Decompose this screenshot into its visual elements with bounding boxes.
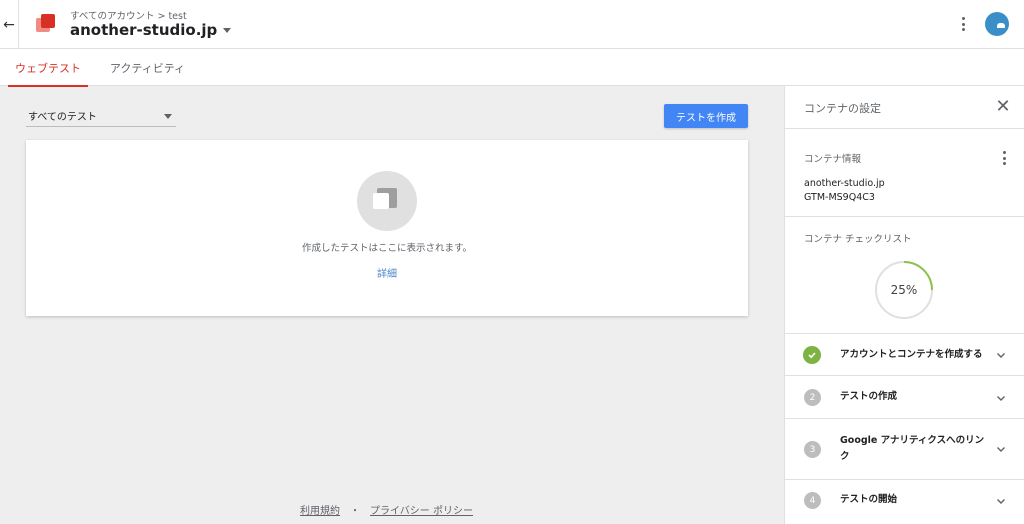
panel-header: コンテナの設定 ✕ (785, 86, 1024, 129)
chevron-down-icon (997, 499, 1005, 504)
tab-web-tests[interactable]: ウェブテスト (8, 49, 88, 87)
terms-link[interactable]: 利用規約 (300, 502, 340, 517)
privacy-link[interactable]: プライバシー ポリシー (370, 502, 473, 517)
container-info-section: コンテナ情報 another-studio.jp GTM-MS9Q4C3 (785, 129, 1024, 217)
container-id: GTM-MS9Q4C3 (804, 192, 875, 203)
test-filter-select[interactable]: すべてのテスト (26, 105, 176, 127)
container-switcher[interactable]: another-studio.jp (70, 21, 232, 39)
step-number-badge: 3 (804, 441, 821, 458)
step-label: Google アナリティクスへのリンク (840, 435, 985, 462)
checklist-section: コンテナ チェックリスト 25% (785, 217, 1024, 334)
footer-separator: ・ (350, 506, 360, 517)
more-vert-icon[interactable] (956, 15, 970, 33)
experiment-placeholder-icon (357, 171, 417, 231)
container-domain: another-studio.jp (804, 178, 885, 189)
container-info-label: コンテナ情報 (804, 154, 862, 165)
create-test-button[interactable]: テストを作成 (664, 104, 748, 128)
avatar[interactable] (985, 12, 1009, 36)
caret-down-icon (164, 114, 172, 119)
check-circle-icon (803, 346, 821, 364)
step-number-badge: 4 (804, 492, 821, 509)
checklist-label: コンテナ チェックリスト (804, 234, 912, 245)
optimize-logo-icon (36, 14, 56, 34)
caret-down-icon (223, 27, 232, 33)
more-vert-icon[interactable] (999, 150, 1009, 166)
chevron-down-icon (997, 396, 1005, 401)
back-arrow-icon[interactable]: ← (0, 0, 18, 49)
footer: 利用規約 ・ プライバシー ポリシー (300, 502, 473, 517)
container-settings-panel: コンテナの設定 ✕ コンテナ情報 another-studio.jp GTM-M… (784, 86, 1024, 524)
tests-empty-card: 作成したテストはここに表示されます。 詳細 (26, 140, 748, 316)
close-icon[interactable]: ✕ (993, 96, 1013, 117)
step-label: テストの開始 (840, 494, 898, 505)
tab-web-tests-label: ウェブテスト (15, 61, 81, 75)
checklist-step-3[interactable]: 3 Google アナリティクスへのリンク (785, 419, 1024, 480)
divider (18, 0, 19, 49)
tab-activity[interactable]: アクティビティ (100, 49, 195, 86)
checklist-step-1[interactable]: アカウントとコンテナを作成する (785, 334, 1024, 376)
details-link: 詳細 (26, 265, 748, 280)
breadcrumb: すべてのアカウント > test (70, 8, 187, 22)
checklist-step-2[interactable]: 2 テストの作成 (785, 376, 1024, 419)
step-number-badge: 2 (804, 389, 821, 406)
checklist-step-4[interactable]: 4 テストの開始 (785, 480, 1024, 524)
details-link-text[interactable]: 詳細 (377, 269, 397, 280)
step-label: テストの作成 (840, 391, 898, 402)
test-filter-value: すべてのテスト (28, 112, 97, 123)
progress-percent: 25% (890, 283, 918, 297)
step-label: アカウントとコンテナを作成する (840, 349, 983, 360)
tab-activity-label: アクティビティ (109, 61, 186, 75)
chevron-down-icon (997, 353, 1005, 358)
app-header: ← すべてのアカウント > test another-studio.jp (0, 0, 1024, 49)
tab-bar: ウェブテスト アクティビティ (0, 49, 1024, 87)
chevron-down-icon (997, 447, 1005, 452)
empty-state-message: 作成したテストはここに表示されます。 (301, 243, 473, 254)
panel-title: コンテナの設定 (804, 102, 881, 115)
container-name: another-studio.jp (70, 21, 218, 39)
